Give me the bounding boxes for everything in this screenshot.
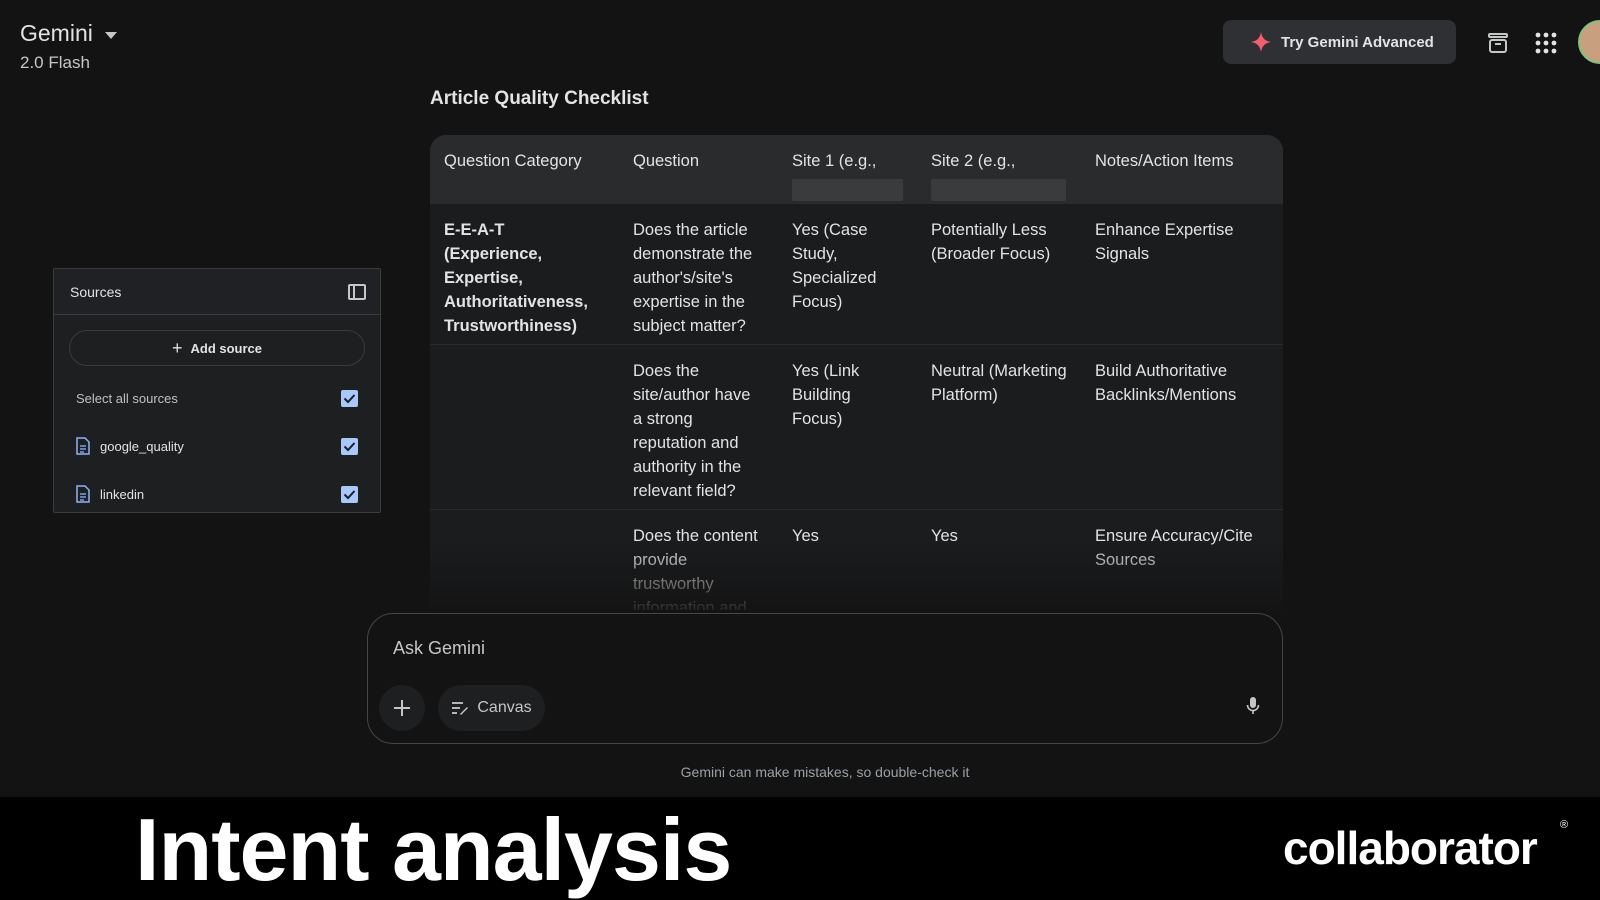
document-icon <box>76 437 90 455</box>
sources-title: Sources <box>70 283 122 300</box>
header-site-2-label: Site 2 (e.g., <box>931 152 1016 170</box>
source-name: google_quality <box>100 438 184 454</box>
prompt-input[interactable]: Ask Gemini <box>393 638 485 659</box>
cell-site-1: Yes (Link Building Focus) <box>792 362 860 428</box>
archive-icon[interactable] <box>1482 27 1514 59</box>
redacted-bar <box>792 179 903 201</box>
try-advanced-label: Try Gemini Advanced <box>1281 33 1434 51</box>
cell-notes: Ensure Accuracy/Cite Sources <box>1095 527 1253 569</box>
microphone-icon[interactable] <box>1246 696 1260 716</box>
plus-icon: + <box>171 337 183 358</box>
header-question: Question <box>633 152 700 170</box>
document-icon <box>76 485 90 503</box>
cell-category: E-E-A-T (Experience, Expertise, Authorit… <box>444 221 588 335</box>
cell-site-1: Yes (Case Study, Specialized Focus) <box>792 221 877 311</box>
side-panel-icon[interactable] <box>348 283 366 300</box>
cell-notes: Enhance Expertise Signals <box>1095 221 1234 263</box>
cell-question: Does the content provide trustworthy inf… <box>633 527 758 610</box>
check-icon <box>343 489 356 499</box>
brand-logo: collaborator <box>1283 822 1538 874</box>
source-item[interactable]: linkedin <box>54 470 380 518</box>
model-label: 2.0 Flash <box>20 53 90 72</box>
select-all-row[interactable]: Select all sources <box>54 374 380 422</box>
canvas-button[interactable]: Canvas <box>438 685 545 731</box>
source-item[interactable]: google_quality <box>54 422 380 470</box>
add-source-button[interactable]: + Add source <box>69 330 365 366</box>
avatar[interactable] <box>1578 20 1600 64</box>
registered-mark: ® <box>1560 819 1569 831</box>
chevron-down-icon[interactable] <box>104 31 117 39</box>
cell-site-2: Potentially Less (Broader Focus) <box>931 221 1051 263</box>
source-name: linkedin <box>100 486 145 502</box>
app-name: Gemini <box>20 20 93 46</box>
try-advanced-button[interactable]: Try Gemini Advanced <box>1223 20 1456 64</box>
select-all-checkbox[interactable] <box>341 389 358 407</box>
select-all-label: Select all sources <box>76 390 178 406</box>
table-header-row: Question Category Question Site 1 (e.g.,… <box>430 135 1283 204</box>
video-banner: Intent analysis collaborator ® <box>0 797 1600 900</box>
cell-site-2: Yes <box>931 527 958 545</box>
add-source-label: Add source <box>190 340 263 356</box>
table-row: E-E-A-T (Experience, Expertise, Authorit… <box>430 204 1283 345</box>
sources-panel: Sources + Add source Select all sources … <box>53 268 381 513</box>
checklist-title: Article Quality Checklist <box>430 88 649 109</box>
source-checkbox[interactable] <box>341 437 358 455</box>
plus-icon <box>394 700 410 716</box>
canvas-label: Canvas <box>477 699 532 716</box>
banner-headline: Intent analysis <box>135 800 732 899</box>
header-site-1: Site 1 (e.g., <box>778 135 917 204</box>
sources-header: Sources <box>54 269 380 315</box>
cell-notes: Build Authoritative Backlinks/Mentions <box>1095 362 1237 404</box>
header-site-2: Site 2 (e.g., <box>917 135 1081 204</box>
table-row: Does the site/author have a strong reput… <box>430 345 1283 510</box>
cell-category <box>430 510 619 610</box>
check-icon <box>343 441 356 451</box>
cell-site-1: Yes <box>792 527 819 545</box>
prompt-box[interactable]: Ask Gemini Canvas <box>367 613 1283 744</box>
header-notes: Notes/Action Items <box>1095 152 1234 170</box>
app-title[interactable]: Gemini 2.0 Flash <box>20 20 117 73</box>
header-question-category: Question Category <box>444 152 582 170</box>
canvas-icon <box>452 702 469 715</box>
cell-question: Does the article demonstrate the author'… <box>633 221 753 335</box>
source-checkbox[interactable] <box>341 485 358 503</box>
cell-category <box>430 345 619 509</box>
sparkle-icon <box>1251 32 1271 52</box>
add-attachment-button[interactable] <box>379 685 425 731</box>
apps-grid-icon[interactable] <box>1530 27 1562 59</box>
cell-site-2: Neutral (Marketing Platform) <box>931 362 1067 404</box>
table-row: Does the content provide trustworthy inf… <box>430 510 1283 610</box>
checklist-table: Question Category Question Site 1 (e.g.,… <box>430 135 1283 610</box>
disclaimer-text: Gemini can make mistakes, so double-chec… <box>680 764 970 780</box>
redacted-bar <box>931 179 1066 201</box>
check-icon <box>343 393 356 403</box>
header-site-1-label: Site 1 (e.g., <box>792 152 877 170</box>
cell-question: Does the site/author have a strong reput… <box>633 362 751 500</box>
